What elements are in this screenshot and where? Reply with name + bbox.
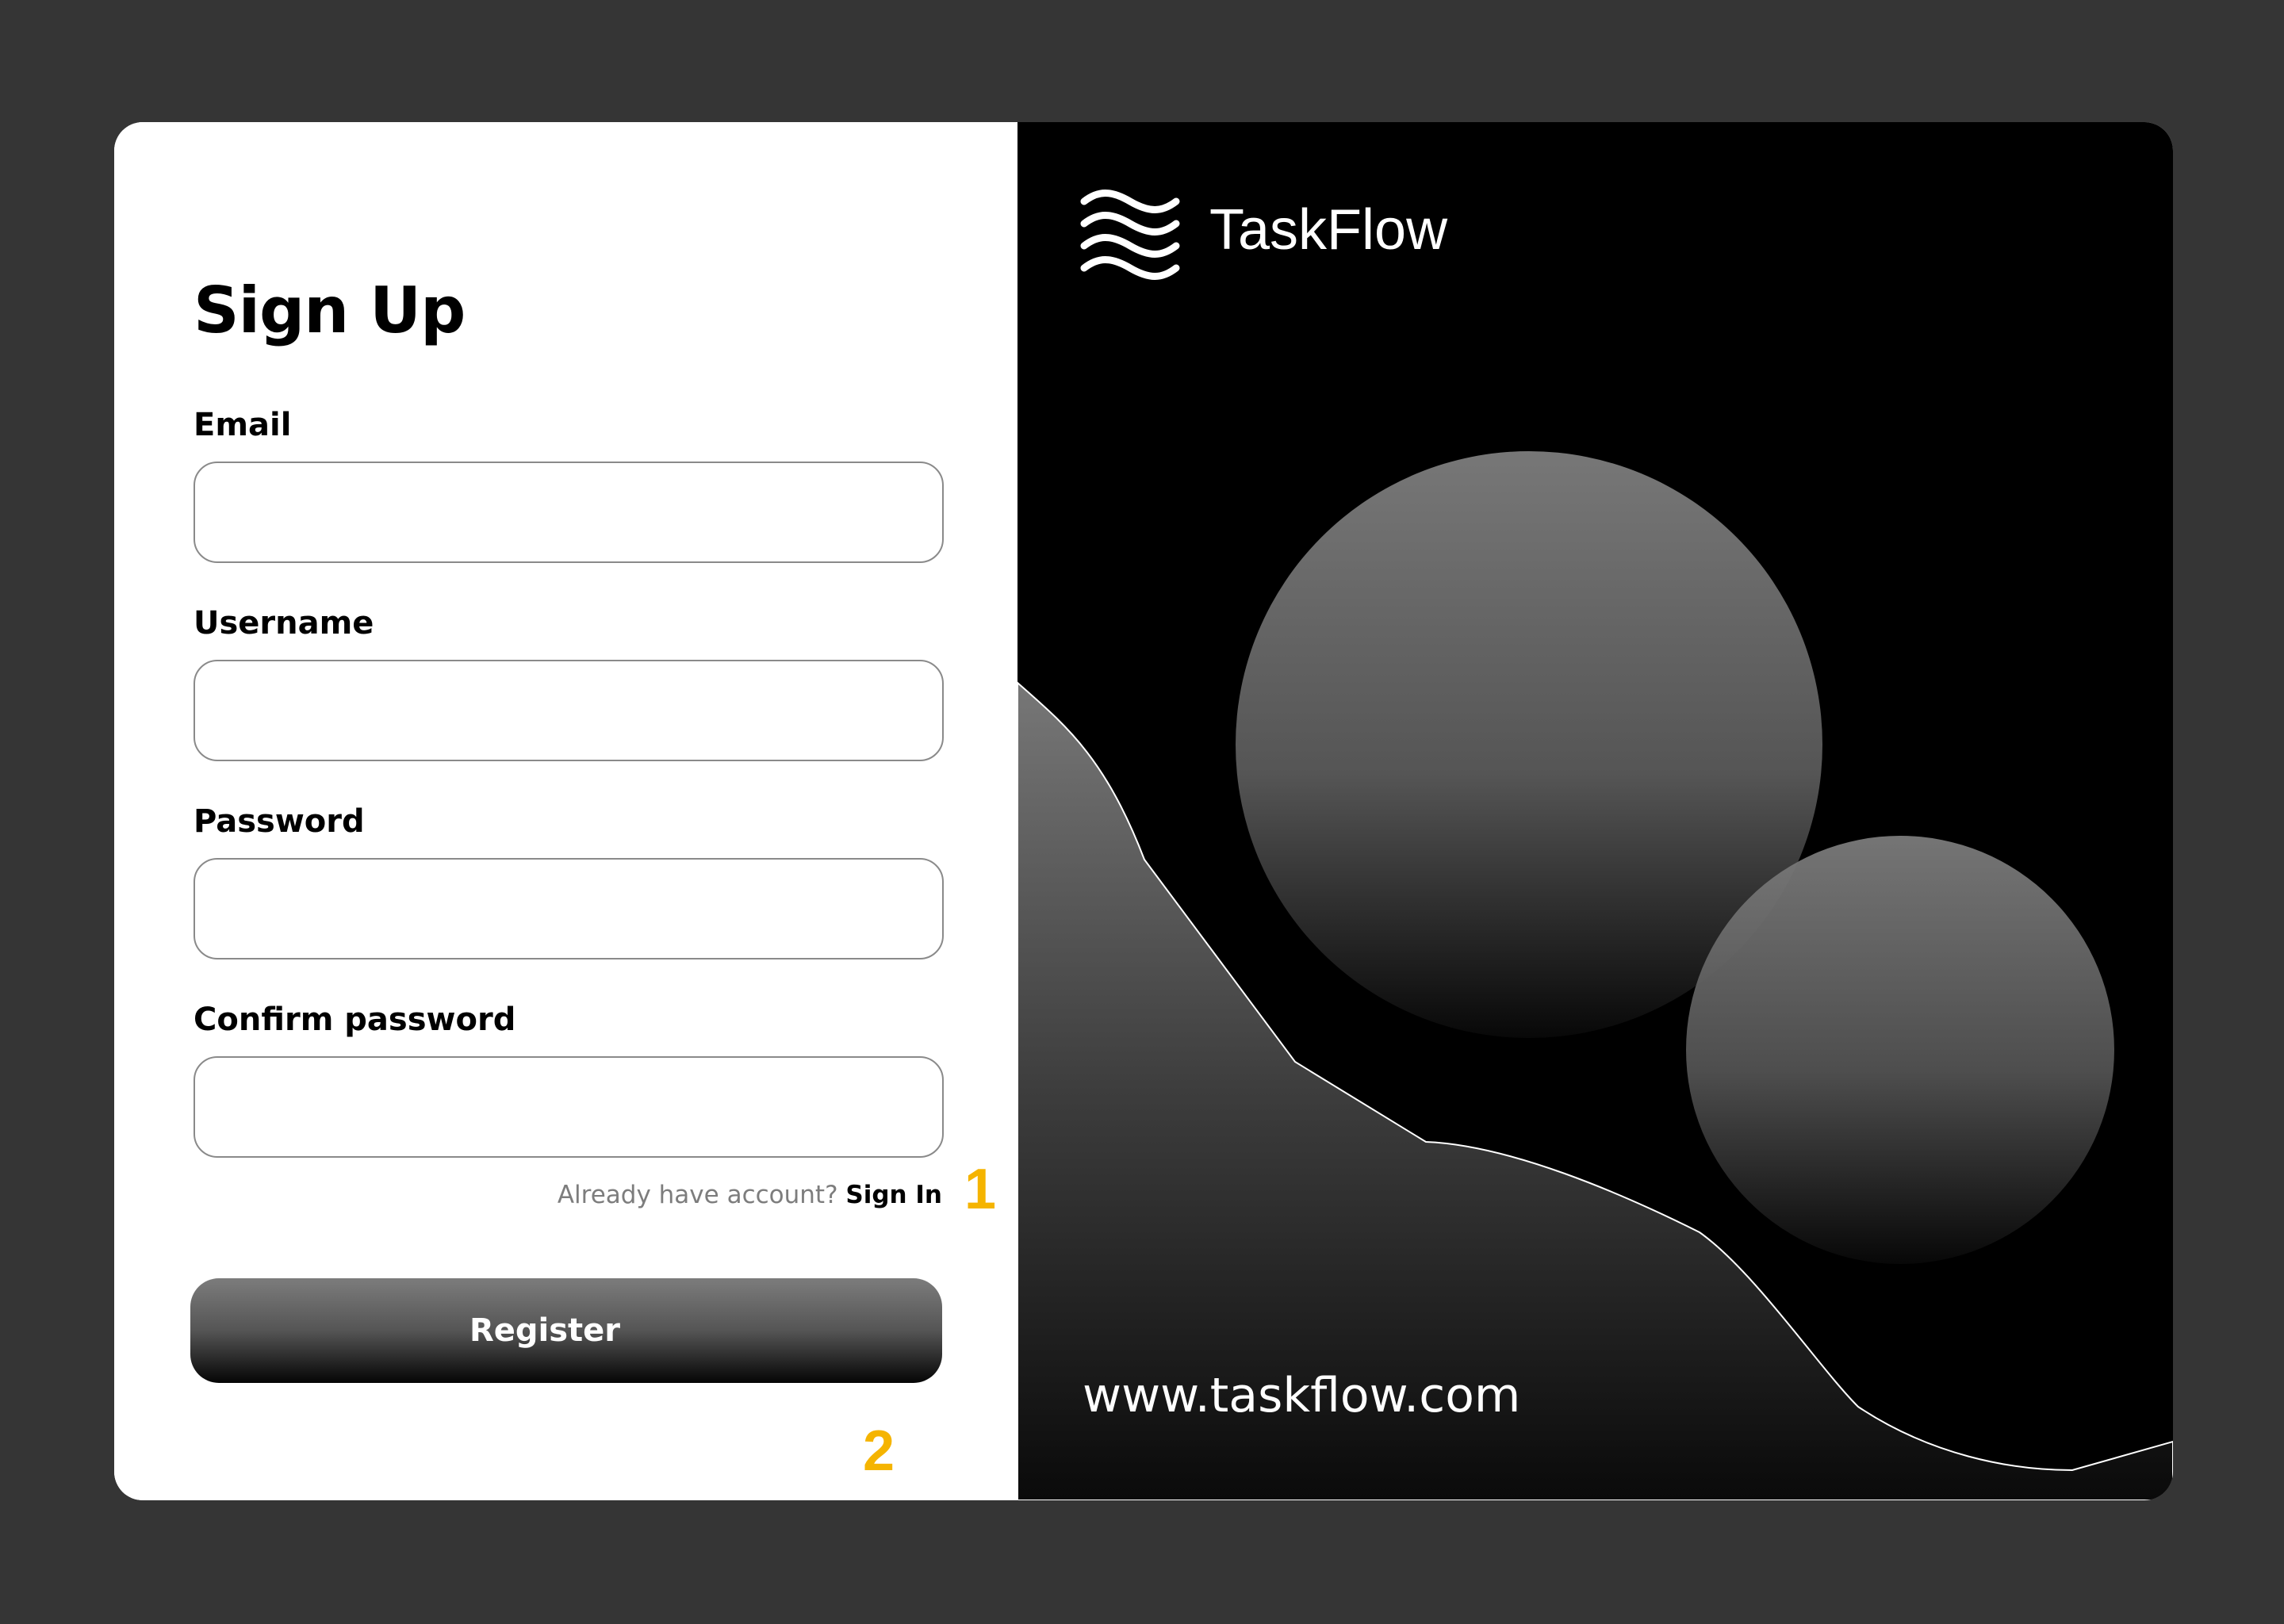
page-title: Sign Up [194, 274, 466, 347]
signin-link[interactable]: Sign In [845, 1181, 942, 1209]
annotation-marker-2: 2 [863, 1419, 895, 1483]
waves-icon [1080, 190, 1180, 280]
account-prompt-text: Already have account? [557, 1181, 838, 1209]
username-field[interactable] [194, 660, 944, 761]
confirm-password-field[interactable] [194, 1056, 944, 1158]
confirm-password-label: Confirm password [194, 1002, 516, 1038]
annotation-marker-1: 1 [964, 1158, 997, 1221]
register-button[interactable]: Register [190, 1278, 942, 1383]
password-field[interactable] [194, 858, 944, 959]
brand-hero-panel: TaskFlow www.taskflow.com [1017, 122, 2173, 1500]
email-label: Email [194, 407, 292, 443]
email-field[interactable] [194, 462, 944, 563]
small-sphere [1686, 836, 2114, 1264]
signin-prompt: Already have account? Sign In [194, 1183, 942, 1208]
password-label: Password [194, 803, 365, 840]
brand-name: TaskFlow [1209, 198, 1448, 262]
signup-card: Sign Up Email Username Password Confirm … [114, 122, 2173, 1500]
signup-form-panel: Sign Up Email Username Password Confirm … [114, 122, 1017, 1500]
hero-illustration [1017, 451, 2173, 1500]
website-url: www.taskflow.com [1083, 1368, 1521, 1423]
username-label: Username [194, 605, 374, 642]
